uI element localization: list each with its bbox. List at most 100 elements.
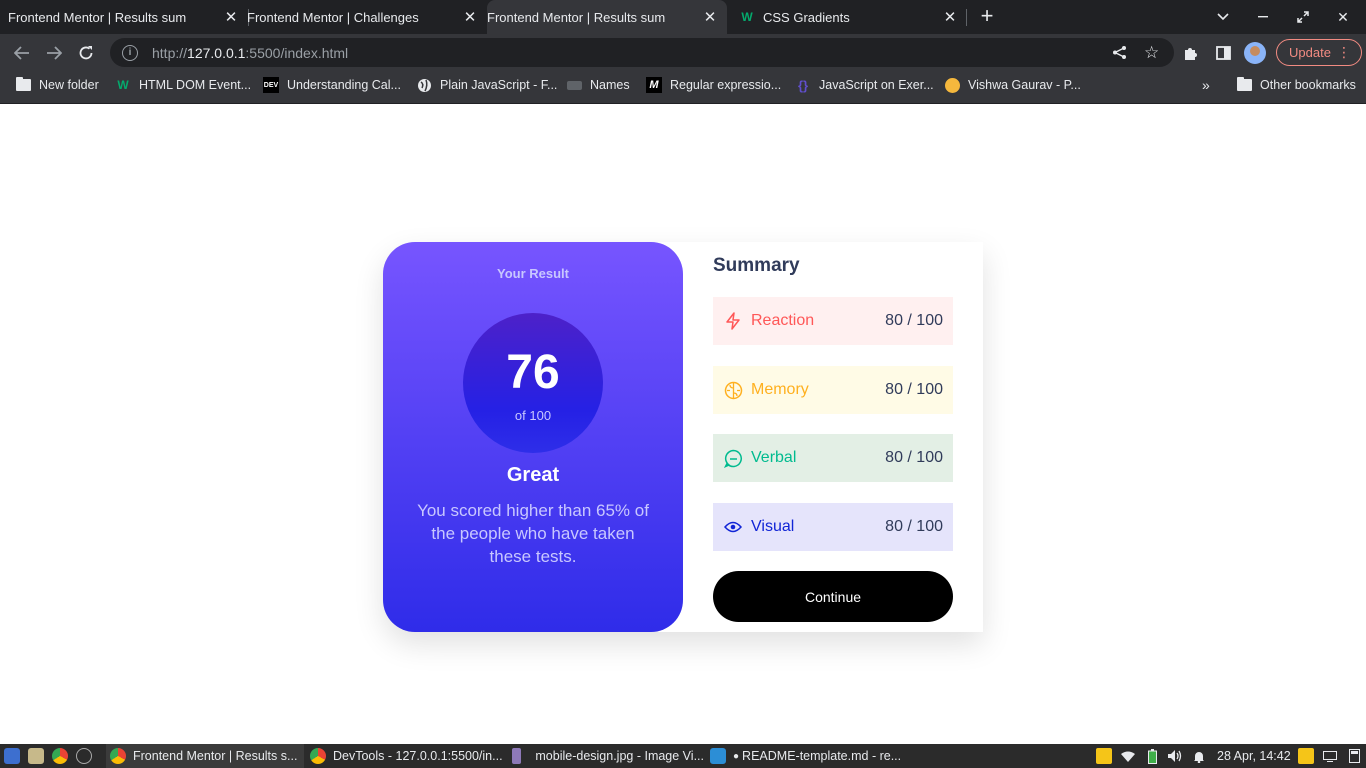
task-vscode[interactable]: ● README-template.md - re... xyxy=(706,744,906,768)
address-bar[interactable]: i http://127.0.0.1:5500/index.html ☆ xyxy=(110,38,1174,67)
new-tab-plus-icon[interactable]: + xyxy=(976,5,998,28)
eye-icon xyxy=(723,517,743,537)
bookmark-plain-javascript[interactable]: Plain JavaScript - F... xyxy=(416,71,557,99)
summary-score: 80 / 100 xyxy=(885,518,943,535)
m-icon: M xyxy=(646,77,662,93)
more-vert-icon[interactable]: ⋮ xyxy=(1337,44,1351,61)
task-label: DevTools - 127.0.0.1:5500/in... xyxy=(333,749,503,763)
tab-search-chevron-icon[interactable] xyxy=(1203,0,1243,34)
calculator-icon[interactable] xyxy=(1346,748,1362,764)
result-panel: Your Result 76 of 100 Great You scored h… xyxy=(383,242,683,632)
chrome-icon xyxy=(310,748,326,764)
battery-icon[interactable] xyxy=(1144,748,1160,764)
summary-label: Visual xyxy=(751,518,795,535)
tab-title: Frontend Mentor | Results sum xyxy=(8,9,187,25)
results-summary-card: Your Result 76 of 100 Great You scored h… xyxy=(383,242,983,632)
reload-icon[interactable] xyxy=(73,40,99,66)
tab-results-summary-active[interactable]: Frontend Mentor | Results sum ✕ xyxy=(487,0,727,121)
bookmark-label: New folder xyxy=(39,78,99,92)
bookmarks-overflow-icon[interactable]: » xyxy=(1202,77,1210,93)
folder-icon xyxy=(1236,77,1252,93)
result-description: You scored higher than 65% of the people… xyxy=(417,501,649,566)
volume-icon[interactable] xyxy=(1167,748,1183,764)
avatar-icon xyxy=(944,77,960,93)
task-label: README-template.md - re... xyxy=(742,749,902,763)
restore-icon[interactable] xyxy=(1283,0,1323,34)
app-menu-icon[interactable] xyxy=(4,748,20,764)
close-icon[interactable]: ✕ xyxy=(222,8,240,26)
forward-arrow-icon[interactable] xyxy=(41,40,67,66)
vscode-icon xyxy=(710,748,726,764)
summary-title: Summary xyxy=(713,255,800,276)
tab-strip: Frontend Mentor | Results sum ✕ Frontend… xyxy=(0,0,1366,121)
task-frontend-mentor[interactable]: Frontend Mentor | Results s... xyxy=(106,744,304,768)
url-text: http://127.0.0.1:5500/index.html xyxy=(152,44,349,61)
chrome-icon[interactable] xyxy=(52,748,68,764)
tab-css-gradients[interactable]: W CSS Gradients ✕ xyxy=(727,0,967,34)
other-bookmarks[interactable]: Other bookmarks xyxy=(1236,71,1356,99)
chat-icon xyxy=(723,448,743,468)
extensions-puzzle-icon[interactable] xyxy=(1178,40,1204,66)
score-value: 76 xyxy=(506,346,560,399)
task-devtools[interactable]: DevTools - 127.0.0.1:5500/in... xyxy=(306,744,504,768)
bookmark-understanding-cal[interactable]: DEV Understanding Cal... xyxy=(263,71,401,99)
display-icon[interactable] xyxy=(1322,748,1338,764)
bookmark-regular-expressions[interactable]: M Regular expressio... xyxy=(646,71,781,99)
close-icon[interactable]: ✕ xyxy=(461,8,479,26)
minimize-icon[interactable] xyxy=(1243,0,1283,34)
browser-toolbar: i http://127.0.0.1:5500/index.html ☆ Upd… xyxy=(0,34,1366,71)
w3schools-icon: W xyxy=(117,78,129,92)
task-label: mobile-design.jpg - Image Vi... xyxy=(535,749,704,763)
window-close-icon[interactable]: ✕ xyxy=(1323,0,1363,34)
lightning-icon xyxy=(723,311,743,331)
bookmark-label: HTML DOM Event... xyxy=(139,78,252,92)
bookmark-javascript-exercism[interactable]: {} JavaScript on Exer... xyxy=(795,71,934,99)
files-icon[interactable] xyxy=(28,748,44,764)
wifi-icon[interactable] xyxy=(1120,748,1136,764)
side-panel-icon[interactable] xyxy=(1210,40,1236,66)
result-heading: Your Result xyxy=(497,266,569,281)
bookmark-label: Names xyxy=(590,78,630,92)
globe-icon xyxy=(416,77,432,93)
notification-bell-icon[interactable] xyxy=(1191,748,1207,764)
notes-icon[interactable] xyxy=(1298,748,1314,764)
continue-button[interactable]: Continue xyxy=(713,571,953,622)
bookmarks-bar: New folder W HTML DOM Event... DEV Under… xyxy=(0,71,1366,104)
keyboard-icon xyxy=(566,77,582,93)
update-button[interactable]: Update ⋮ xyxy=(1276,39,1362,66)
bookmark-vishwa-gaurav[interactable]: Vishwa Gaurav - P... xyxy=(944,71,1081,99)
summary-score: 80 / 100 xyxy=(885,381,943,398)
page-viewport: Your Result 76 of 100 Great You scored h… xyxy=(0,105,1366,744)
summary-row-memory: Memory 80 / 100 xyxy=(713,366,953,414)
bookmark-label: Vishwa Gaurav - P... xyxy=(968,78,1081,92)
bookmark-label: Understanding Cal... xyxy=(287,78,401,92)
clock[interactable]: 28 Apr, 14:42 xyxy=(1217,744,1291,768)
site-info-icon[interactable]: i xyxy=(122,44,138,61)
notes-icon[interactable] xyxy=(1096,748,1112,764)
task-image-viewer[interactable]: mobile-design.jpg - Image Vi... xyxy=(508,744,704,768)
tab-challenges[interactable]: Frontend Mentor | Challenges ✕ xyxy=(247,0,487,121)
tab-divider xyxy=(966,9,967,26)
w3schools-icon: W xyxy=(741,10,753,24)
brain-icon xyxy=(723,380,743,400)
back-arrow-icon[interactable] xyxy=(9,40,35,66)
bookmark-names[interactable]: Names xyxy=(566,71,630,99)
unsaved-dot-icon: ● xyxy=(733,750,740,762)
close-icon[interactable]: ✕ xyxy=(941,8,959,26)
bookmark-star-icon[interactable]: ☆ xyxy=(1144,43,1159,63)
score-circle: 76 of 100 xyxy=(463,313,603,453)
profile-avatar[interactable] xyxy=(1244,42,1266,64)
folder-icon xyxy=(15,77,31,93)
bookmark-new-folder[interactable]: New folder xyxy=(15,71,99,99)
share-icon[interactable] xyxy=(1112,45,1127,64)
tab-title: Frontend Mentor | Challenges xyxy=(247,9,419,25)
tab-results-summary-1[interactable]: Frontend Mentor | Results sum ✕ xyxy=(8,0,248,121)
summary-panel: Summary Reaction 80 / 100 Memory 80 / 10… xyxy=(713,242,953,632)
image-viewer-icon xyxy=(512,748,522,764)
bookmark-html-dom-event[interactable]: W HTML DOM Event... xyxy=(115,71,251,99)
taskbar: Frontend Mentor | Results s... DevTools … xyxy=(0,744,1366,768)
close-icon[interactable]: ✕ xyxy=(701,8,719,26)
summary-row-verbal: Verbal 80 / 100 xyxy=(713,434,953,482)
clock-icon[interactable] xyxy=(76,748,92,764)
grade-label: Great xyxy=(506,464,560,486)
